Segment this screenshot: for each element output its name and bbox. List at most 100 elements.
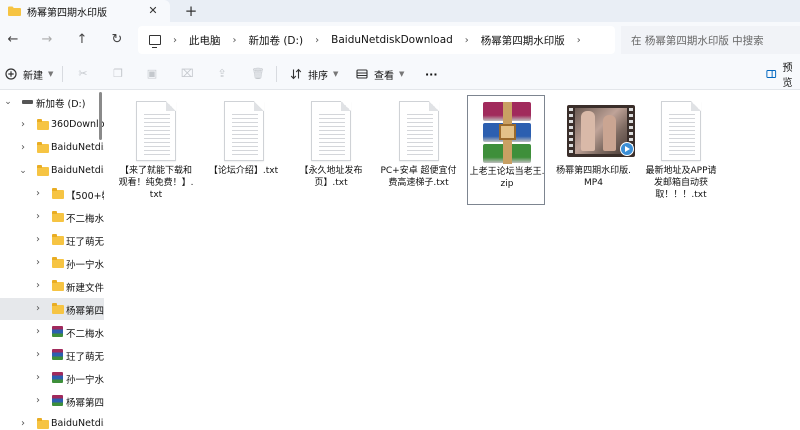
archive-icon (52, 395, 63, 406)
play-icon (619, 142, 634, 156)
sidebar-tree-item[interactable]: › 不二梅水印 (0, 206, 104, 228)
archive-file-icon (480, 100, 534, 164)
chevron-right-icon[interactable]: › (19, 143, 27, 153)
file-item[interactable]: 杨幂第四期水印版.MP4 (555, 95, 635, 205)
view-icon (356, 69, 368, 79)
chevron-right-icon[interactable]: › (34, 373, 42, 383)
sidebar-item-label: 孙一宁水印 (66, 260, 104, 271)
file-name: 最新地址及APP请发邮箱自动获取！！！.txt (645, 166, 717, 200)
archive-icon (52, 349, 63, 360)
copy-button[interactable]: ❐ (112, 58, 124, 90)
archive-icon (52, 372, 63, 383)
sidebar-item-label: 【500+韩网 (66, 191, 104, 202)
chevron-right-icon[interactable]: › (173, 35, 177, 46)
archive-icon (52, 326, 63, 337)
folder-icon (52, 303, 64, 314)
file-item[interactable]: 【论坛介绍】.txt (205, 95, 283, 205)
chevron-down-icon[interactable]: ⌄ (4, 98, 12, 107)
breadcrumb-baidu[interactable]: BaiduNetdiskDownload (331, 34, 453, 46)
sidebar-item-label: BaiduNetdis (51, 165, 104, 176)
refresh-button[interactable]: ↻ (108, 31, 126, 49)
chevron-right-icon[interactable]: › (34, 189, 42, 199)
tab-current-folder[interactable]: 杨幂第四期水印版 ✕ (0, 0, 170, 22)
view-button-label: 查看 (374, 70, 394, 82)
sidebar-tree-item[interactable]: › 新建文件夹 (0, 275, 104, 297)
sidebar-tree-item[interactable]: ⌄ BaiduNetdis (0, 160, 104, 182)
forward-button[interactable]: → (38, 31, 56, 49)
up-button[interactable]: ↑ (73, 31, 91, 49)
new-button[interactable]: 新建 ▼ (5, 58, 53, 90)
text-file-icon (304, 99, 358, 163)
text-file-icon (654, 99, 708, 163)
sidebar-tree-item[interactable]: › 玨了萌无水 (0, 229, 104, 251)
file-item[interactable]: 上老王论坛当老王.zip (467, 95, 545, 205)
view-button[interactable]: 查看 ▼ (356, 58, 404, 90)
sidebar-tree-item[interactable]: › 杨幂第四期 (0, 390, 104, 412)
add-circle-icon (5, 68, 17, 80)
chevron-down-icon: ▼ (399, 70, 405, 78)
delete-button[interactable]: 🗑︎ (251, 58, 265, 90)
cut-button[interactable]: ✂ (77, 58, 89, 90)
sidebar-item-label: 新加卷 (D:) (36, 99, 86, 110)
file-item[interactable]: 【永久地址发布页】.txt (292, 95, 370, 205)
new-tab-button[interactable]: + (183, 3, 199, 19)
sidebar-tree-item[interactable]: › 孙一宁水印 (0, 252, 104, 274)
sidebar-tree-item[interactable]: › 杨幂第四期 (0, 298, 104, 320)
sidebar-tree-item[interactable]: › 不二梅水印 (0, 321, 104, 343)
file-name: 【论坛介绍】.txt (208, 166, 279, 176)
breadcrumb-current[interactable]: 杨幂第四期水印版 (481, 33, 565, 48)
file-name: 上老王论坛当老王.zip (469, 167, 545, 189)
paste-button[interactable]: ▣ (146, 58, 158, 90)
address-bar[interactable]: › 此电脑 › 新加卷 (D:) › BaiduNetdiskDownload … (138, 26, 615, 54)
preview-pane-button[interactable]: 预览 (766, 58, 800, 90)
chevron-right-icon[interactable]: › (34, 396, 42, 406)
folder-icon (37, 119, 49, 130)
sidebar-tree-item[interactable]: › 玨了萌无水 (0, 344, 104, 366)
chevron-down-icon[interactable]: ⌄ (19, 167, 27, 176)
scissors-icon: ✂ (78, 67, 88, 80)
file-name: 【来了就能下载和观看！纯免费！】.txt (118, 166, 194, 200)
back-button[interactable]: ← (4, 31, 22, 49)
chevron-right-icon[interactable]: › (465, 35, 469, 46)
chevron-right-icon[interactable]: › (34, 281, 42, 291)
chevron-right-icon[interactable]: › (577, 35, 581, 46)
chevron-right-icon[interactable]: › (233, 35, 237, 46)
sidebar-tree-item[interactable]: › 孙一宁水印 (0, 367, 104, 389)
rename-button[interactable]: ⌧ (181, 58, 194, 90)
sidebar-tree-item[interactable]: › BaiduNetdis (0, 137, 104, 159)
search-input[interactable]: 在 杨幂第四期水印版 中搜索 (621, 26, 800, 54)
chevron-right-icon[interactable]: › (34, 350, 42, 360)
chevron-right-icon[interactable]: › (34, 304, 42, 314)
sidebar-tree-item[interactable]: ⌄ 新加卷 (D:) (0, 91, 104, 113)
sidebar-item-label: 新建文件夹 (66, 283, 104, 294)
folder-icon (37, 165, 49, 176)
breadcrumb-this-pc[interactable]: 此电脑 (189, 33, 221, 48)
chevron-right-icon[interactable]: › (34, 212, 42, 222)
chevron-right-icon[interactable]: › (315, 35, 319, 46)
sort-button[interactable]: 排序 ▼ (290, 58, 338, 90)
close-tab-icon[interactable]: ✕ (146, 4, 160, 18)
sidebar-tree-item[interactable]: › BaiduNetdis (0, 413, 104, 430)
file-item[interactable]: PC+安卓 超便宜付费高速梯子.txt (380, 95, 458, 205)
sidebar-item-label: 玨了萌无水 (66, 352, 104, 363)
sidebar-item-label: 孙一宁水印 (66, 375, 104, 386)
breadcrumb-drive[interactable]: 新加卷 (D:) (249, 33, 304, 48)
sidebar-tree-item[interactable]: › 【500+韩网 (0, 183, 104, 205)
chevron-right-icon[interactable]: › (34, 258, 42, 268)
file-item[interactable]: 最新地址及APP请发邮箱自动获取！！！.txt (642, 95, 720, 205)
file-item[interactable]: 【来了就能下载和观看！纯免费！】.txt (117, 95, 195, 205)
sidebar-tree-item[interactable]: › 360Downloa (0, 114, 104, 136)
folder-icon (52, 280, 64, 291)
sidebar-scrollbar[interactable] (99, 92, 102, 140)
copy-icon: ❐ (113, 67, 123, 80)
sort-icon (290, 68, 302, 80)
chevron-right-icon[interactable]: › (34, 327, 42, 337)
new-button-label: 新建 (23, 70, 43, 82)
sidebar-item-label: 杨幂第四期 (66, 306, 104, 317)
chevron-right-icon[interactable]: › (19, 419, 27, 429)
folder-icon (52, 211, 64, 222)
chevron-right-icon[interactable]: › (19, 120, 27, 130)
share-button[interactable]: ⇪ (216, 58, 228, 90)
more-options-button[interactable]: ··· (425, 58, 438, 90)
chevron-right-icon[interactable]: › (34, 235, 42, 245)
